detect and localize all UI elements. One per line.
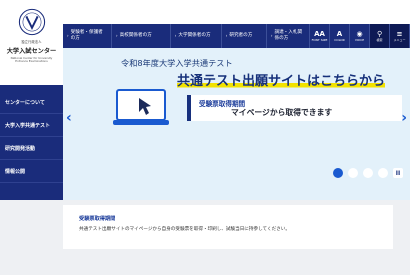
nav-item-label: 高校関係者の方 <box>119 33 152 38</box>
pause-icon: II <box>395 169 401 177</box>
menu-button[interactable]: ≡ メニュー <box>390 24 410 48</box>
hero-card-body: マイページから取得できます <box>231 108 333 117</box>
chevron-right-icon: › <box>174 33 177 38</box>
nav-item-high-school[interactable]: › 高校関係者の方 <box>112 24 171 48</box>
menu-icon: ≡ <box>396 30 403 38</box>
logo-name: 大学入試センター <box>6 48 57 55</box>
chevron-right-icon: › <box>116 33 118 38</box>
voice-icon: ◉ <box>356 30 363 38</box>
nav-item-university[interactable]: › 大学関係者の方 <box>171 24 222 48</box>
carousel-pause-button[interactable]: II <box>393 168 403 178</box>
nav-item-procurement[interactable]: › 調達・入札関係の方 <box>267 24 311 48</box>
side-navigation: センターについて 大学入学共通テスト 研究開発活動 情報公開 <box>0 85 63 200</box>
carousel-next-icon[interactable]: › <box>401 110 407 126</box>
nav-item-label: 調達・入札関係の方 <box>274 30 303 41</box>
chevron-right-icon: › <box>225 33 228 38</box>
top-navigation: › 受験者・保護者の方 › 高校関係者の方 › 大学関係者の方 › 研究者の方 … <box>63 24 410 48</box>
nav-item-researchers[interactable]: › 研究者の方 <box>222 24 267 48</box>
nav-item-label: 研究者の方 <box>229 33 253 38</box>
tool-buttons: AA FONT SIZE A COLOR ◉ VOICE ⚲ 検索 ≡ メニュー <box>310 24 410 48</box>
carousel-pagination: II <box>333 168 403 178</box>
emblem-icon <box>18 8 45 36</box>
sidebar-item-common-test[interactable]: 大学入学共通テスト <box>0 114 63 137</box>
laptop-illustration <box>113 89 169 125</box>
nav-item-examinees[interactable]: › 受験者・保護者の方 <box>63 24 113 48</box>
color-button[interactable]: A COLOR <box>330 24 351 48</box>
carousel-prev-icon[interactable]: ‹ <box>66 110 72 126</box>
news-card[interactable]: 受験票取得期間 共通テスト出願サイトのマイページから自身の受験票を取得・印刷し、… <box>63 205 393 249</box>
voice-button[interactable]: ◉ VOICE <box>350 24 371 48</box>
news-title[interactable]: 受験票取得期間 <box>79 215 115 222</box>
sidebar-item-research[interactable]: 研究開発活動 <box>0 137 63 160</box>
sidebar-item-about[interactable]: センターについて <box>0 91 63 114</box>
sidebar-item-disclosure[interactable]: 情報公開 <box>0 160 63 183</box>
news-body: 共通テスト出願サイトのマイページから自身の受験票を取得・印刷し、試験当日に持参し… <box>79 227 290 232</box>
hero-title: 令和8年度大学入学共通テスト <box>121 58 233 68</box>
chevron-right-icon: › <box>67 33 69 38</box>
tool-label: メニュー <box>393 38 406 42</box>
search-button[interactable]: ⚲ 検索 <box>370 24 391 48</box>
chevron-right-icon: › <box>270 33 273 38</box>
site-logo[interactable]: 独立行政法人 大学入試センター National Center for Univ… <box>0 0 63 85</box>
hero-headline: 共通テスト出願サイトはこちらから <box>177 70 386 89</box>
carousel-dot[interactable] <box>378 168 388 178</box>
font-size-icon: AA <box>314 30 325 38</box>
header-top-strip <box>63 0 410 24</box>
carousel-dot[interactable] <box>363 168 373 178</box>
font-size-button[interactable]: AA FONT SIZE <box>310 24 331 48</box>
logo-org-type: 独立行政法人 <box>21 40 42 44</box>
carousel-dot[interactable] <box>348 168 358 178</box>
hero-banner[interactable]: 令和8年度大学入学共通テスト 共通テスト出願サイトはこちらから 受験票取得期間 … <box>63 48 410 200</box>
nav-item-label: 受験者・保護者の方 <box>70 30 103 41</box>
tool-label: 検索 <box>376 38 383 42</box>
logo-english-line2: Entrance Examinations <box>15 59 48 64</box>
tool-label: VOICE <box>354 38 365 42</box>
tool-label: COLOR <box>334 38 345 42</box>
carousel-dot[interactable] <box>333 168 343 178</box>
color-icon: A <box>336 30 343 38</box>
nav-item-label: 大学関係者の方 <box>178 33 211 38</box>
search-icon: ⚲ <box>376 30 383 38</box>
hero-info-card: 受験票取得期間 マイページから取得できます <box>187 95 402 121</box>
logo-english: National Center for University Entrance … <box>11 56 53 64</box>
tool-label: FONT SIZE <box>311 38 328 42</box>
